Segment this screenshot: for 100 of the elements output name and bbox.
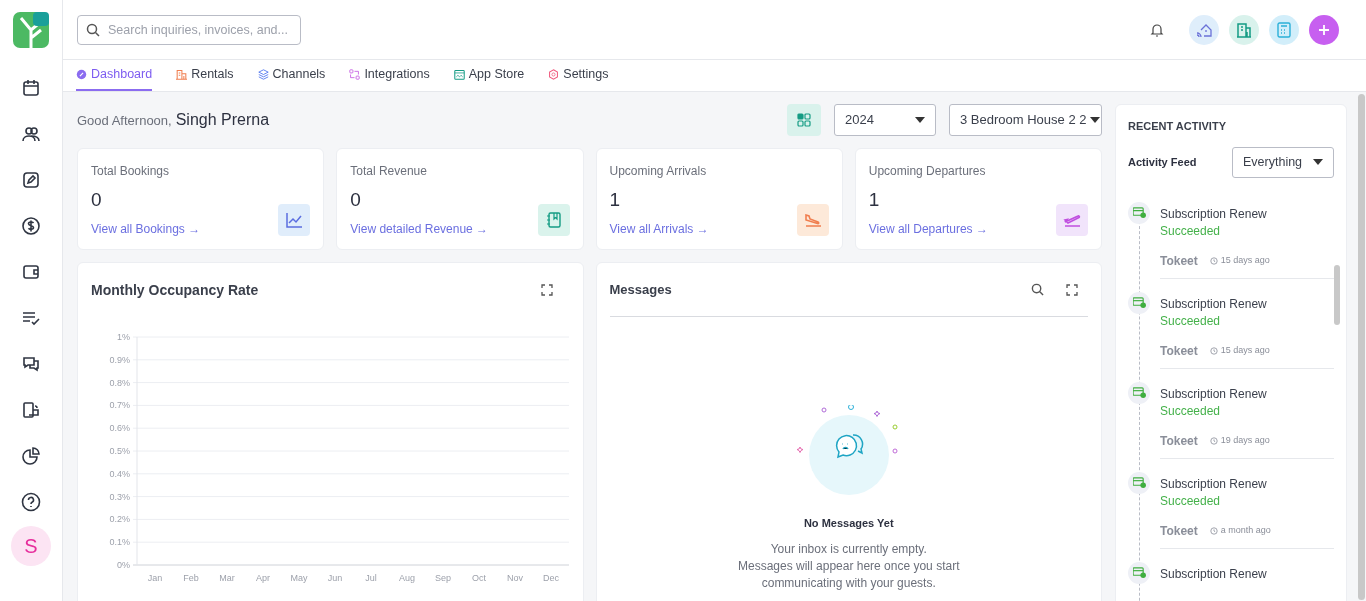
grid-icon bbox=[797, 113, 811, 127]
activity-title: Subscription Renew bbox=[1160, 475, 1268, 492]
plane-landing-icon bbox=[803, 211, 822, 229]
y-tick-label: 0.8% bbox=[109, 377, 130, 388]
wallet-icon[interactable] bbox=[21, 262, 41, 282]
layout-button[interactable] bbox=[787, 104, 821, 136]
stat-value: 0 bbox=[350, 188, 362, 212]
plus-icon bbox=[1318, 23, 1330, 36]
caret-icon bbox=[1090, 117, 1101, 123]
activity-title: Subscription Renew bbox=[1160, 295, 1268, 312]
clock-icon bbox=[1209, 256, 1218, 265]
nav-tab[interactable]: Settings bbox=[548, 60, 609, 91]
calculator-icon bbox=[1277, 21, 1291, 38]
empty-text: Your inbox is currently empty. bbox=[770, 540, 927, 558]
stat-link[interactable]: View all Departures → bbox=[868, 219, 988, 238]
stat-title: Upcoming Departures bbox=[868, 163, 987, 180]
building-icon bbox=[1236, 21, 1252, 38]
document-icon[interactable] bbox=[21, 400, 41, 420]
caret-icon bbox=[915, 117, 925, 123]
y-tick-label: 0.9% bbox=[109, 354, 130, 365]
stat-link[interactable]: View all Arrivals → bbox=[609, 219, 709, 238]
activity-title: Subscription Renew bbox=[1160, 205, 1268, 222]
x-tick-label: Aug bbox=[399, 573, 415, 583]
scrollbar-thumb[interactable] bbox=[1334, 265, 1340, 325]
feed-select[interactable]: Everything bbox=[1232, 146, 1334, 178]
stat-link[interactable]: View all Bookings → bbox=[91, 219, 201, 238]
integrations-icon bbox=[349, 69, 361, 80]
card-check-icon bbox=[1132, 567, 1146, 578]
card-check-icon bbox=[1132, 207, 1146, 218]
edit-icon[interactable] bbox=[21, 170, 41, 190]
y-tick-label: 0.3% bbox=[109, 491, 130, 502]
y-tick-label: 1% bbox=[117, 332, 130, 342]
expand-icon[interactable] bbox=[540, 284, 553, 296]
y-tick-label: 0.1% bbox=[109, 537, 130, 548]
dollar-icon[interactable] bbox=[21, 216, 41, 236]
stat-title: Upcoming Arrivals bbox=[609, 163, 708, 180]
search-field[interactable]: Search inquiries, invoices, and... bbox=[77, 14, 301, 45]
greeting-text: Good Afternoon, bbox=[77, 112, 172, 130]
users-icon[interactable] bbox=[21, 124, 41, 144]
store-icon bbox=[453, 69, 465, 80]
scrollbar-thumb[interactable] bbox=[1358, 94, 1365, 600]
y-tick-label: 0% bbox=[117, 560, 130, 570]
clock-icon bbox=[1209, 526, 1218, 535]
x-tick-label: Jun bbox=[327, 573, 343, 583]
nav-tab[interactable]: Integrations bbox=[349, 60, 430, 91]
user-name: Singh Prerna bbox=[175, 110, 270, 130]
empty-title: No Messages Yet bbox=[803, 516, 894, 531]
x-tick-label: May bbox=[290, 573, 308, 583]
card-check-icon bbox=[1132, 477, 1146, 488]
empty-hint: Messages will appear here once you start communicating with your guests. bbox=[737, 557, 961, 592]
bell-icon[interactable] bbox=[1149, 21, 1165, 38]
add-button[interactable] bbox=[1309, 14, 1339, 45]
stat-link[interactable]: View detailed Revenue → bbox=[350, 219, 489, 238]
y-tick-label: 0.2% bbox=[109, 514, 130, 525]
activity-title: Subscription Renew bbox=[1160, 385, 1268, 402]
property-feed-button[interactable] bbox=[1189, 14, 1219, 45]
stat-value: 0 bbox=[91, 188, 103, 212]
help-icon[interactable] bbox=[21, 492, 41, 512]
pie-chart-icon[interactable] bbox=[21, 446, 41, 466]
activity-time: a month ago bbox=[1220, 523, 1271, 537]
x-tick-label: Dec bbox=[543, 573, 559, 583]
building-button[interactable] bbox=[1229, 14, 1259, 45]
y-tick-label: 0.4% bbox=[109, 468, 130, 479]
activity-time: 15 days ago bbox=[1220, 343, 1270, 357]
rental-select[interactable]: 3 Bedroom House 2 2 bbox=[949, 104, 1102, 136]
x-tick-label: Nov bbox=[507, 573, 523, 583]
x-tick-label: Mar bbox=[219, 573, 235, 583]
nav-tab[interactable]: Dashboard bbox=[76, 60, 153, 91]
card-check-icon bbox=[1132, 297, 1146, 308]
x-tick-label: Sep bbox=[435, 573, 451, 583]
panel-title: RECENT ACTIVITY bbox=[1128, 119, 1227, 134]
stat-title: Total Bookings bbox=[91, 163, 171, 180]
card-title: Monthly Occupancy Rate bbox=[91, 280, 259, 300]
line-chart-icon bbox=[285, 211, 304, 229]
stat-value: 1 bbox=[609, 188, 622, 212]
chat-icon[interactable] bbox=[21, 354, 41, 374]
x-tick-label: Jan bbox=[147, 573, 163, 583]
nav-tab[interactable]: Rentals bbox=[176, 60, 234, 91]
search-icon bbox=[86, 22, 100, 37]
expand-icon[interactable] bbox=[1066, 283, 1078, 296]
card-check-icon bbox=[1132, 387, 1146, 398]
nav-tab[interactable]: Channels bbox=[257, 60, 326, 91]
settings-icon bbox=[548, 69, 560, 80]
y-tick-label: 0.5% bbox=[109, 446, 130, 456]
year-select[interactable]: 2024 bbox=[834, 104, 936, 136]
activity-status: Succeeded bbox=[1160, 222, 1222, 240]
tree-logo-icon[interactable] bbox=[13, 12, 49, 48]
nav-tab[interactable]: App Store bbox=[453, 60, 525, 91]
activity-status: Succeeded bbox=[1160, 492, 1222, 510]
activity-status: Succeeded bbox=[1160, 312, 1222, 330]
activity-source: Tokeet bbox=[1160, 342, 1198, 360]
notebook-icon bbox=[544, 211, 563, 229]
stat-title: Total Revenue bbox=[350, 163, 428, 180]
search-icon[interactable] bbox=[1031, 283, 1044, 296]
feed-label: Activity Feed bbox=[1128, 154, 1197, 170]
clock-icon bbox=[1209, 346, 1218, 355]
x-tick-label: Apr bbox=[256, 573, 270, 583]
activity-time: 15 days ago bbox=[1220, 253, 1270, 267]
calendar-icon[interactable] bbox=[21, 78, 41, 98]
x-tick-label: Oct bbox=[472, 573, 486, 583]
